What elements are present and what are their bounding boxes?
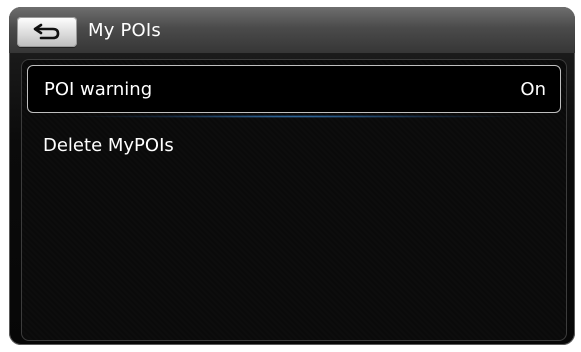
menu-item-label: POI warning [44,79,153,100]
selection-glow [82,115,512,118]
menu-item-label: Delete MyPOIs [43,135,174,156]
menu-item-delete-mypois[interactable]: Delete MyPOIs [27,122,559,168]
menu-panel: POI warning On Delete MyPOIs [21,59,567,341]
back-button[interactable] [17,17,77,47]
menu-item-poi-warning[interactable]: POI warning On [27,65,561,113]
back-arrow-icon [32,23,62,41]
header-bar: My POIs [9,7,575,53]
page-title: My POIs [88,20,162,41]
nav-screen: My POIs POI warning On Delete MyPOIs [9,7,575,345]
menu-item-value: On [520,79,546,100]
